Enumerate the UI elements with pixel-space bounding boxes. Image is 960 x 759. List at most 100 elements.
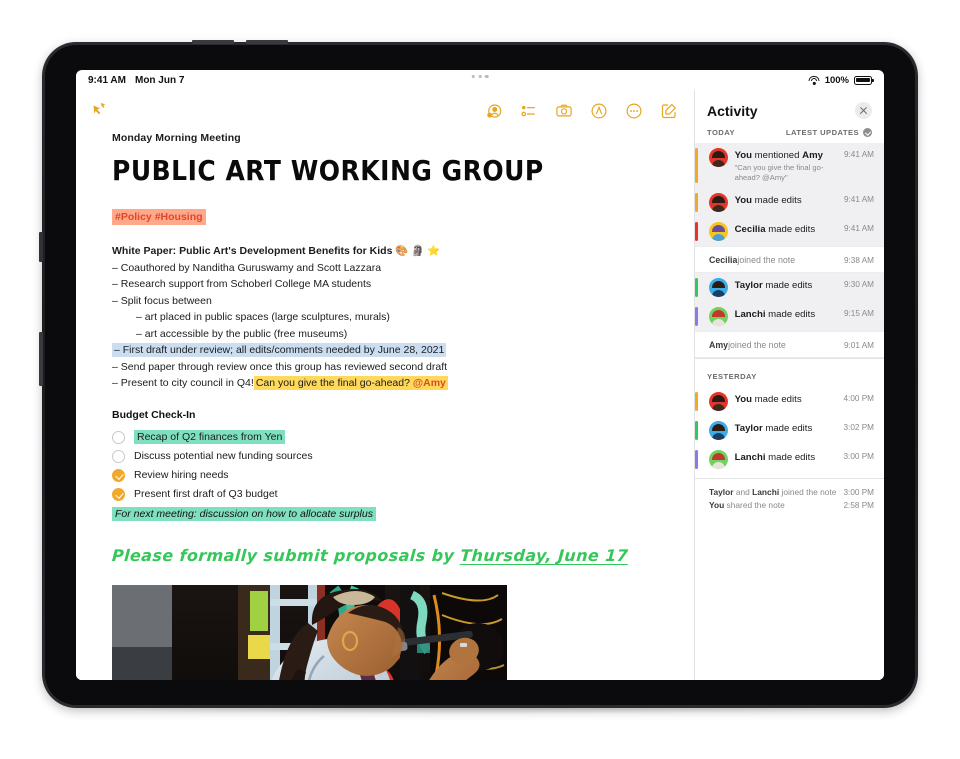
budget-heading: Budget Check-In bbox=[112, 408, 196, 421]
activity-footer: Taylor and Lanchi joined the note 3:00 P… bbox=[695, 479, 884, 512]
activity-yesterday-group: You made edits 4:00 PM Taylor made edits… bbox=[695, 387, 884, 474]
activity-quote: "Can you give the final go-ahead? @Amy" bbox=[734, 163, 824, 182]
activity-text: Lanchi made edits bbox=[735, 450, 837, 464]
activity-time: 2:58 PM bbox=[843, 501, 875, 510]
activity-row[interactable]: Cecilia made edits 9:41 AM bbox=[695, 217, 884, 246]
bullet-item: – Coauthored by Nanditha Guruswamy and S… bbox=[112, 261, 382, 274]
note-tool-icons bbox=[485, 102, 678, 120]
check-circle-icon bbox=[863, 128, 872, 137]
joined-text: joined the note bbox=[737, 254, 796, 265]
footer-actor-a: Taylor bbox=[709, 487, 734, 497]
activity-accent-bar bbox=[695, 278, 698, 297]
volume-down-button[interactable] bbox=[246, 40, 288, 44]
activity-text: You made edits bbox=[735, 193, 837, 207]
volume-up-button[interactable] bbox=[192, 40, 234, 44]
activity-time: 9:01 AM bbox=[843, 341, 874, 350]
activity-row[interactable]: You made edits 4:00 PM bbox=[695, 387, 884, 416]
note-kicker: Monday Morning Meeting bbox=[112, 132, 241, 144]
yesterday-label: YESTERDAY bbox=[707, 372, 757, 381]
activity-actor: Lanchi bbox=[734, 309, 766, 320]
checklist-label: Review hiring needs bbox=[134, 469, 229, 481]
checklist-row[interactable]: Review hiring needs bbox=[112, 466, 678, 485]
add-collaborator-icon[interactable] bbox=[485, 102, 503, 120]
handle-dot bbox=[471, 75, 475, 79]
camera-icon[interactable] bbox=[555, 102, 573, 120]
bullet-item-highlighted-blue: – First draft under review; all edits/co… bbox=[112, 342, 678, 359]
checklist-row[interactable]: Present first draft of Q3 budget bbox=[112, 485, 678, 504]
activity-action: made edits bbox=[752, 394, 802, 405]
joined-text: joined the note bbox=[728, 339, 786, 350]
activity-subheader-yesterday: YESTERDAY bbox=[695, 363, 884, 387]
markup-icon[interactable] bbox=[590, 102, 608, 120]
footer-rest: shared the note bbox=[724, 500, 785, 510]
mural-photo-image bbox=[112, 584, 507, 680]
checklist-label: Present first draft of Q3 budget bbox=[134, 488, 278, 500]
status-date: Mon Jun 7 bbox=[134, 74, 185, 86]
activity-time: 3:00 PM bbox=[843, 452, 875, 461]
activity-actor: Taylor bbox=[734, 423, 763, 434]
note-body[interactable]: Monday Morning Meeting PUBLIC ART WORKIN… bbox=[76, 132, 694, 565]
activity-action: made edits bbox=[765, 452, 816, 463]
checklist-icon[interactable] bbox=[520, 102, 538, 120]
activity-accent-bar bbox=[695, 193, 698, 212]
more-icon[interactable] bbox=[625, 102, 643, 120]
avatar bbox=[708, 450, 728, 469]
activity-time: 3:02 PM bbox=[843, 423, 875, 432]
mention-amy[interactable]: @Amy bbox=[413, 377, 446, 389]
avatar bbox=[708, 392, 728, 411]
white-paper-heading: White Paper: Public Art's Development Be… bbox=[112, 245, 393, 257]
activity-action: mentioned bbox=[752, 150, 803, 161]
checkbox-checked[interactable] bbox=[112, 487, 125, 501]
white-paper-emoji: 🎨 🗿 ⭐ bbox=[395, 245, 441, 257]
activity-time: 9:38 AM bbox=[843, 256, 874, 265]
activity-time: 9:30 AM bbox=[843, 280, 874, 289]
checklist-row[interactable]: Discuss potential new funding sources bbox=[112, 447, 678, 466]
checklist-row[interactable]: Recap of Q2 finances from Yen bbox=[112, 428, 678, 447]
activity-row[interactable]: Lanchi made edits 3:00 PM bbox=[695, 445, 884, 474]
note-tags: #Policy #Housing bbox=[112, 207, 678, 225]
handwritten-deadline: Thursday, June 17 bbox=[459, 545, 629, 565]
activity-action: made edits bbox=[762, 423, 813, 434]
footer-rest: joined the note bbox=[779, 487, 837, 497]
activity-row[interactable]: Taylor made edits 9:30 AM bbox=[695, 273, 884, 302]
activity-row[interactable]: You mentioned Amy "Can you give the fina… bbox=[695, 143, 884, 188]
activity-accent-bar bbox=[695, 421, 698, 440]
checkbox-unchecked[interactable] bbox=[112, 449, 125, 463]
council-comment-highlight: Can you give the final go-ahead? @Amy bbox=[253, 376, 448, 390]
collaborator-cursor-icon bbox=[88, 100, 110, 122]
footer-actor-a: You bbox=[709, 500, 725, 510]
multitasking-handle[interactable] bbox=[471, 75, 489, 79]
checkbox-unchecked[interactable] bbox=[112, 430, 125, 444]
activity-panel: Activity TODAY LATEST UPDATES You mentio… bbox=[694, 90, 884, 680]
activity-row[interactable]: Taylor made edits 3:02 PM bbox=[695, 416, 884, 445]
activity-accent-bar bbox=[695, 307, 698, 326]
activity-title: Activity bbox=[707, 102, 758, 119]
avatar bbox=[708, 307, 728, 326]
activity-actor: You bbox=[734, 195, 753, 206]
handle-dot bbox=[485, 75, 489, 79]
activity-accent-bar bbox=[695, 148, 698, 183]
status-bar-left: 9:41 AM Mon Jun 7 bbox=[88, 75, 184, 86]
activity-time: 3:00 PM bbox=[843, 488, 875, 497]
activity-time: 9:41 AM bbox=[843, 195, 874, 204]
activity-text: Taylor made edits bbox=[735, 278, 837, 292]
power-button[interactable] bbox=[39, 332, 43, 386]
white-paper-block: White Paper: Public Art's Development Be… bbox=[112, 243, 678, 392]
council-comment-text: Can you give the final go-ahead? bbox=[255, 377, 410, 389]
activity-actor: Taylor bbox=[734, 280, 763, 291]
compose-icon[interactable] bbox=[660, 102, 678, 120]
note-photo[interactable] bbox=[112, 584, 507, 680]
latest-updates-control[interactable]: LATEST UPDATES bbox=[786, 128, 872, 137]
close-icon[interactable] bbox=[855, 102, 872, 119]
activity-time: 4:00 PM bbox=[843, 394, 875, 403]
status-bar-right: 100% bbox=[808, 75, 874, 86]
activity-row[interactable]: You made edits 9:41 AM bbox=[695, 188, 884, 217]
checkbox-checked[interactable] bbox=[112, 468, 125, 482]
activity-row[interactable]: Lanchi made edits 9:15 AM bbox=[695, 302, 884, 331]
next-meeting-note: For next meeting: discussion on how to a… bbox=[112, 506, 376, 521]
side-button-upper[interactable] bbox=[39, 232, 43, 262]
battery-icon bbox=[854, 75, 874, 85]
bullet-item-council: – Present to city council in Q4! Can you … bbox=[112, 375, 678, 392]
activity-time: 9:41 AM bbox=[843, 224, 874, 233]
today-label: TODAY bbox=[707, 128, 735, 137]
